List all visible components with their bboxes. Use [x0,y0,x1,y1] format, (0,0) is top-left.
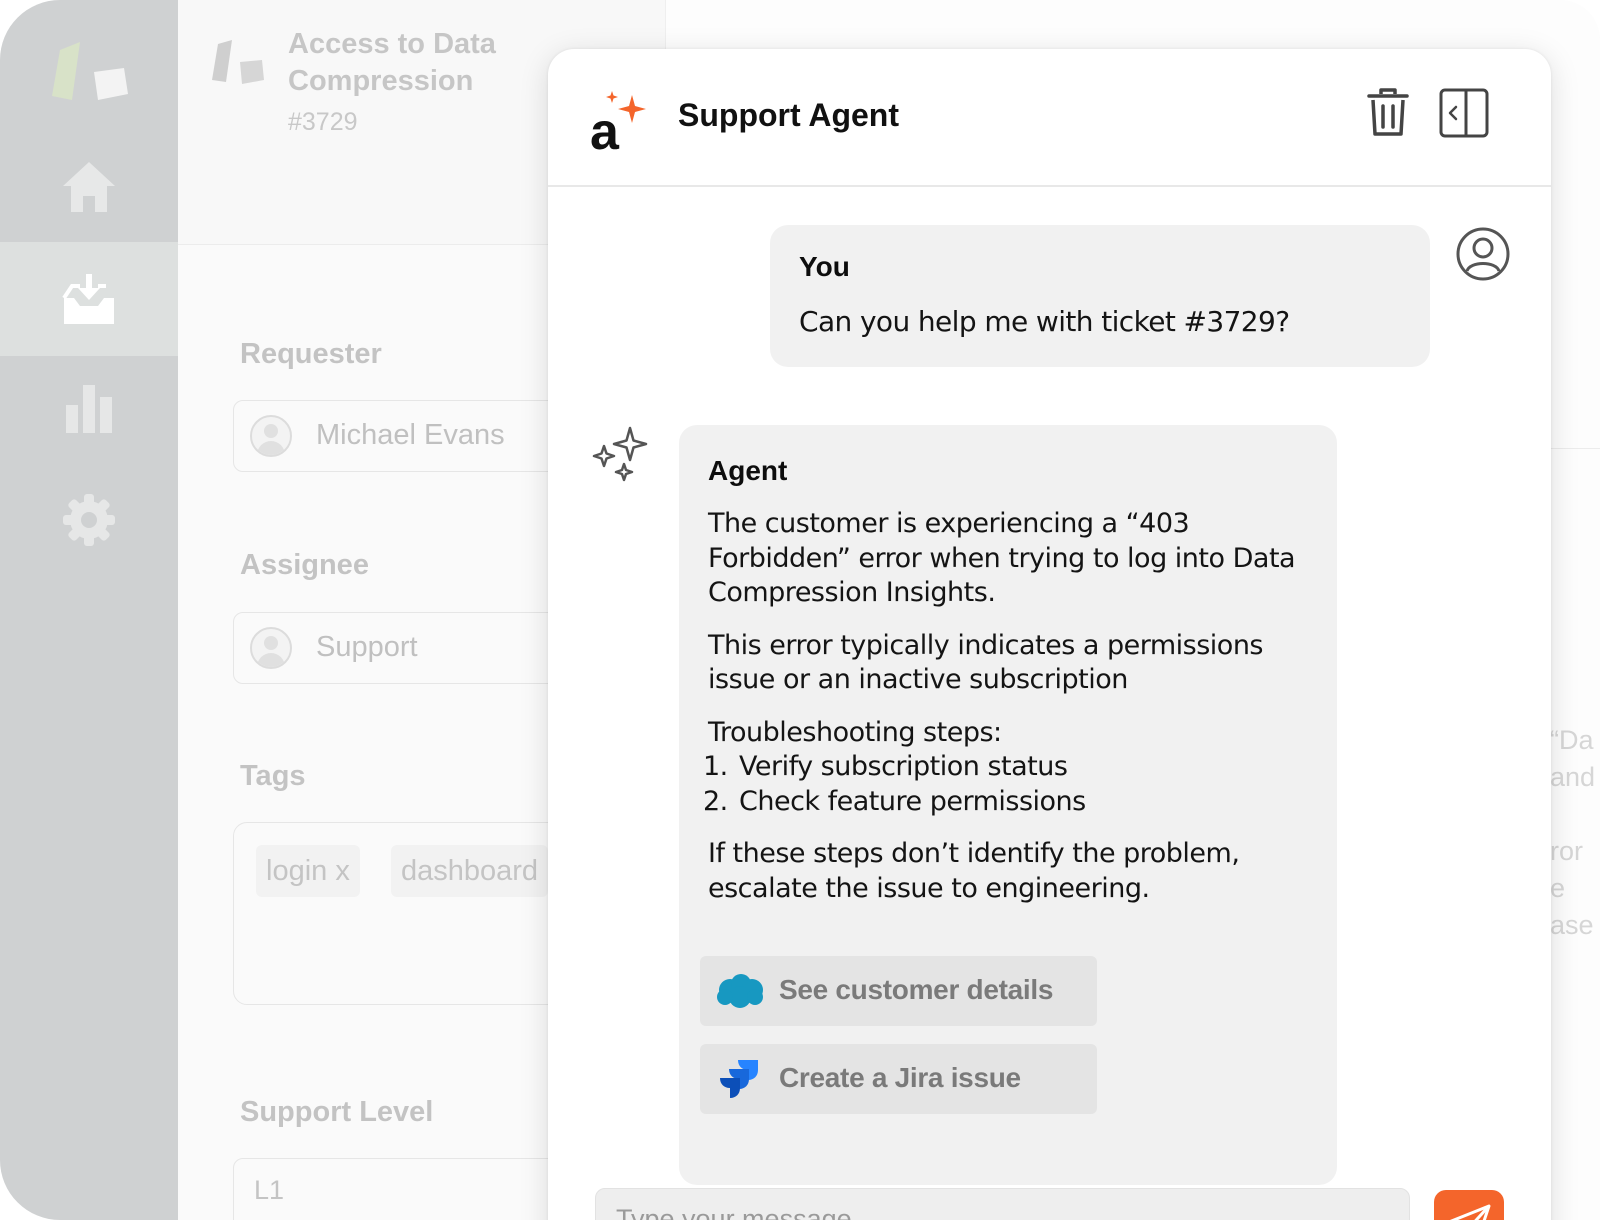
create-jira-issue-label: Create a Jira issue [779,1062,1021,1093]
home-icon [63,162,115,212]
tags-label: Tags [240,760,306,792]
sidebar-item-reports[interactable] [0,352,178,466]
user-message-bubble: You Can you help me with ticket #3729? [770,225,1430,367]
support-level-value: L1 [254,1175,285,1205]
svg-text:a: a [590,103,620,155]
faded-text: ase [1550,910,1594,940]
ticket-id: #3729 [288,108,358,136]
step-text: Check feature permissions [739,785,1086,817]
user-message-text: Can you help me with ticket #3729? [799,305,1290,338]
collapse-panel-icon [1439,88,1489,138]
sidebar-item-inbox[interactable] [0,242,178,356]
create-jira-issue-button[interactable]: Create a Jira issue [700,1044,1097,1114]
see-customer-details-button[interactable]: See customer details [700,956,1097,1026]
sidebar-item-home[interactable] [0,130,178,244]
agent-brand-logo: a [590,91,646,155]
step-text: Verify subscription status [739,751,1068,782]
person-icon [250,415,292,457]
faded-text: “Da [1550,725,1594,755]
send-button[interactable] [1434,1190,1504,1220]
salesforce-icon [717,974,763,1008]
trash-icon [1367,88,1409,136]
steps-list: 1. Verify subscription status 2. Check fea… [703,750,1318,820]
agent-paragraph: The customer is experiencing a “403 Forb… [708,508,1296,608]
list-item: 2. Check feature permissions [703,785,1318,820]
person-icon [250,627,292,669]
step-number: 1. [703,751,728,782]
ticket-title: Access to Data Compression Insights [288,28,496,106]
agent-message-body: The customer is experiencing a “403 Forb… [703,507,1318,924]
tag-chip[interactable]: dashboard [391,845,549,897]
sidebar [0,0,178,1220]
collapse-panel-button[interactable] [1438,87,1490,139]
sidebar-item-settings[interactable] [0,463,178,577]
chat-title: Support Agent [678,97,899,133]
bar-chart-icon [66,385,112,433]
steps-title: Troubleshooting steps: [708,716,1002,748]
tag-chip[interactable]: login x [256,845,360,897]
faded-text: and [1550,762,1596,792]
message-input[interactable] [616,1201,1386,1220]
list-item: 1. Verify subscription status [703,750,1318,785]
message-composer [595,1188,1410,1220]
ticket-logo [212,40,264,84]
agent-paragraph: If these steps don’t identify the proble… [708,838,1240,904]
see-customer-details-label: See customer details [779,974,1054,1005]
inbox-icon [62,274,114,324]
assignee-value: Support [316,631,418,663]
agent-paragraph: This error typically indicates a permiss… [708,629,1264,696]
app-window: Access to Data Compression Insights #372… [0,0,1600,1220]
jira-icon [720,1060,758,1098]
user-name: You [799,251,850,282]
send-icon [1449,1204,1491,1220]
step-number: 2. [703,785,728,817]
sparkles-icon [592,426,648,482]
faded-text: e [1550,873,1566,903]
app-logo [52,42,128,100]
divider [1550,448,1600,449]
clear-chat-button[interactable] [1362,87,1414,139]
requester-label: Requester [240,338,382,370]
agent-name: Agent [708,455,788,486]
support-level-label: Support Level [240,1096,434,1128]
gear-icon [63,494,115,546]
faded-text: ror [1550,836,1583,866]
chat-header: a Support Agent [548,49,1551,187]
user-avatar-icon [1456,227,1510,281]
assignee-label: Assignee [240,549,369,581]
requester-value: Michael Evans [316,419,505,451]
